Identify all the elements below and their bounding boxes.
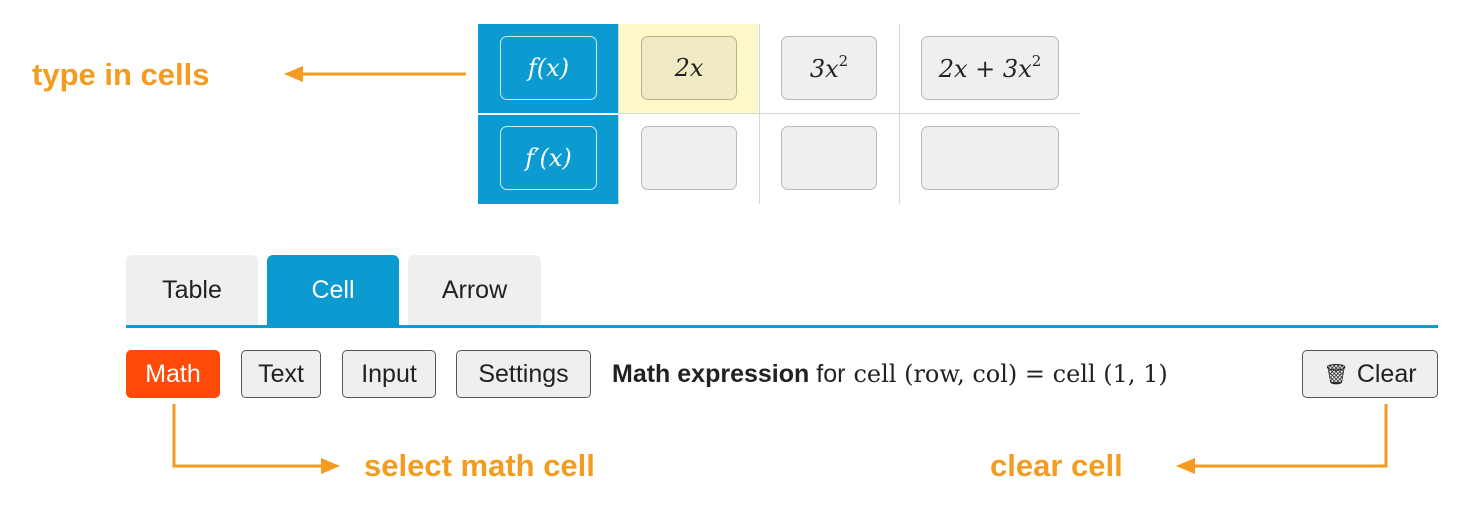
tab-cell[interactable]: Cell bbox=[267, 255, 399, 325]
row-header-f-prime[interactable]: f′(x) bbox=[500, 126, 597, 190]
tab-table[interactable]: Table bbox=[126, 255, 258, 325]
cell-value: 2x bbox=[674, 54, 704, 82]
arrowhead-left-icon bbox=[1176, 458, 1195, 474]
row-header-f[interactable]: f(x) bbox=[500, 36, 597, 100]
cell-value: 3x2 bbox=[809, 51, 849, 83]
column-divider bbox=[899, 24, 900, 204]
row-header-label: f(x) bbox=[527, 54, 570, 82]
info-formula: cell (row, col) = cell (1, 1) bbox=[853, 360, 1168, 388]
table-cell[interactable]: 2x + 3x2 bbox=[921, 36, 1059, 100]
tab-underline bbox=[126, 325, 1438, 328]
row-header-label: f′(x) bbox=[525, 144, 572, 172]
column-divider bbox=[759, 24, 760, 204]
info-text: for bbox=[816, 359, 846, 388]
info-title: Math expression bbox=[612, 359, 810, 388]
arrowhead-left-icon bbox=[284, 66, 303, 82]
cell-value: 2x + 3x2 bbox=[938, 51, 1042, 83]
table-cell[interactable] bbox=[641, 126, 737, 190]
table-cell[interactable] bbox=[921, 126, 1059, 190]
arrow-to-math-button bbox=[172, 404, 322, 468]
annotation-type-in-cells: type in cells bbox=[32, 57, 210, 92]
annotation-clear-cell: clear cell bbox=[990, 448, 1123, 483]
arrowhead-right-icon bbox=[321, 458, 340, 474]
trash-icon: 🗑 bbox=[1323, 363, 1349, 386]
tab-arrow[interactable]: Arrow bbox=[408, 255, 541, 325]
function-table: f(x) f′(x) 2x 3x2 2x + 3x2 bbox=[478, 24, 1080, 204]
cell-info: Math expression for cell (row, col) = ce… bbox=[612, 352, 1168, 396]
input-button[interactable]: Input bbox=[342, 350, 436, 398]
text-button[interactable]: Text bbox=[241, 350, 321, 398]
table-cell[interactable]: 3x2 bbox=[781, 36, 877, 100]
column-divider bbox=[618, 24, 619, 204]
math-button[interactable]: Math bbox=[126, 350, 220, 398]
row-header-divider bbox=[478, 113, 618, 115]
table-cell[interactable] bbox=[781, 126, 877, 190]
settings-button[interactable]: Settings bbox=[456, 350, 591, 398]
annotation-select-math-cell: select math cell bbox=[364, 448, 595, 483]
clear-label: Clear bbox=[1356, 359, 1417, 388]
clear-button[interactable]: 🗑 Clear bbox=[1302, 350, 1438, 398]
table-cell[interactable]: 2x bbox=[641, 36, 737, 100]
row-divider bbox=[619, 113, 1080, 114]
arrow-to-clear-button bbox=[1195, 404, 1388, 468]
